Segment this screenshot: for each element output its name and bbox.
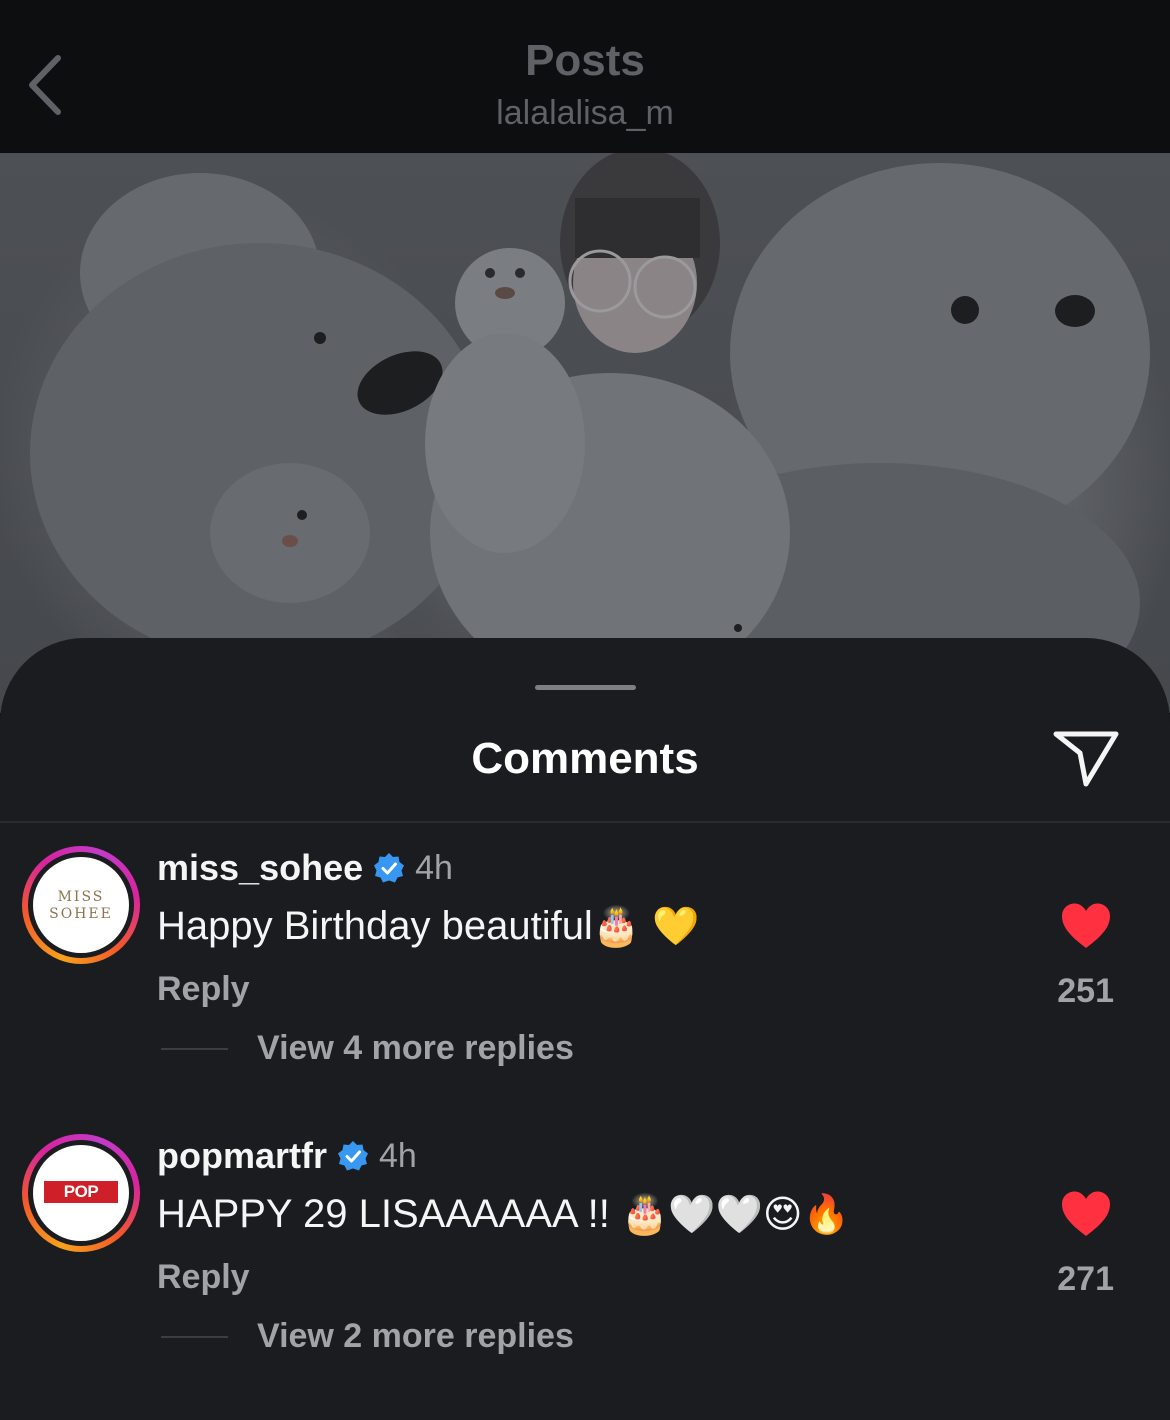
comment-time: 4h	[379, 1136, 417, 1175]
sheet-grabber[interactable]	[535, 685, 636, 690]
comment-item: MISS SOHEE miss_sohee 4h Happy Birthday …	[0, 838, 1170, 1098]
view-more-replies-button[interactable]: View 4 more replies	[257, 1029, 574, 1068]
miss-sohee-logo: MISS SOHEE	[49, 889, 113, 922]
verified-badge-icon	[338, 1141, 368, 1171]
comments-sheet: Comments MISS SOHEE miss_sohee 4h Happy …	[0, 638, 1170, 1420]
pop-mart-logo: POP MART	[44, 1181, 118, 1223]
comment-time: 4h	[415, 848, 453, 887]
like-count[interactable]: 251	[1057, 972, 1114, 1011]
share-send-icon[interactable]	[1050, 726, 1122, 790]
avatar[interactable]: MISS SOHEE	[22, 846, 140, 964]
divider	[0, 821, 1170, 823]
sheet-title: Comments	[471, 734, 699, 783]
comment-username[interactable]: popmartfr	[157, 1135, 327, 1177]
replies-line	[161, 1336, 228, 1338]
page-title: Posts	[525, 36, 645, 85]
like-heart-icon[interactable]	[1060, 902, 1112, 950]
replies-line	[161, 1048, 228, 1050]
reply-button[interactable]: Reply	[157, 1258, 250, 1297]
comment-text: Happy Birthday beautiful🎂 💛	[157, 904, 700, 948]
view-more-replies-button[interactable]: View 2 more replies	[257, 1317, 574, 1356]
like-heart-icon[interactable]	[1060, 1190, 1112, 1238]
comment-item: POP MART popmartfr 4h HAPPY 29 LISAAAAAA…	[0, 1126, 1170, 1386]
like-count[interactable]: 271	[1057, 1260, 1114, 1299]
reply-button[interactable]: Reply	[157, 970, 250, 1009]
post-photo	[0, 153, 1170, 713]
comment-username[interactable]: miss_sohee	[157, 847, 363, 889]
comment-emojis: 🎂 💛	[592, 904, 700, 948]
comment-emojis: 🎂🤍🤍😍🔥	[620, 1192, 850, 1236]
verified-badge-icon	[374, 853, 405, 883]
avatar[interactable]: POP MART	[22, 1134, 140, 1252]
comment-text: HAPPY 29 LISAAAAAA !! 🎂🤍🤍😍🔥	[157, 1192, 850, 1236]
account-username[interactable]: lalalalisa_m	[0, 94, 1170, 133]
top-bar: Posts lalalalisa_m	[0, 0, 1170, 153]
